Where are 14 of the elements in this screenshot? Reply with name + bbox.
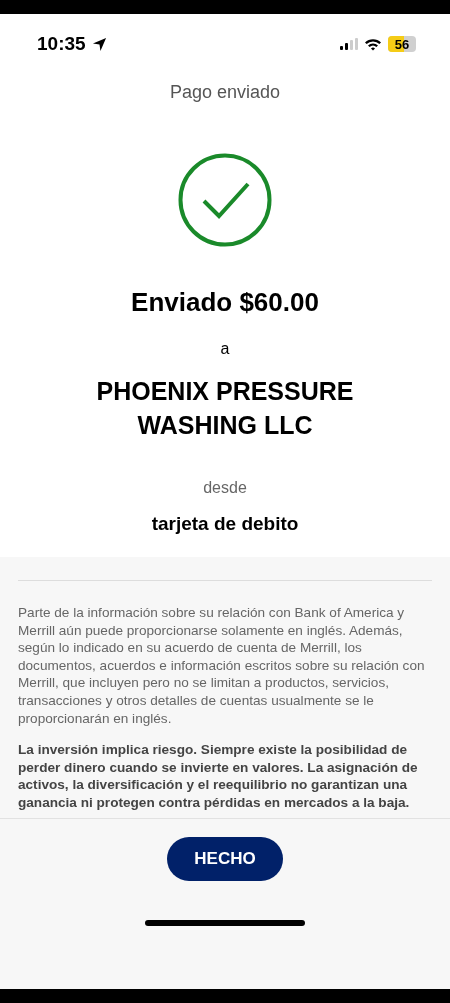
signal-icon	[340, 38, 358, 50]
wifi-icon	[364, 37, 382, 51]
done-button[interactable]: HECHO	[167, 836, 283, 881]
clock-time: 10:35	[37, 33, 86, 55]
payment-source: tarjeta de debito	[151, 513, 299, 535]
from-label: desde	[203, 479, 247, 497]
to-label: a	[220, 340, 230, 358]
disclosure-text: La inversión implica riesgo. Siempre existe la posibilidad de perder dinero cuando se invierte en valores. La asignación de activos, la diversificación y el reequilibrio no garantizan una ganancia ni protegen contra pérdidas en mercados a la baja.	[18, 741, 419, 812]
amount-sent: Enviado $60.00	[131, 287, 319, 318]
page-title: Pago enviado	[169, 82, 281, 103]
disclosure-text: Parte de la información sobre su relación con Bank of America y Merrill aún puede proporcionarse solamente en inglés. Además, según lo indicado en su acuerdo de cuenta de Merrill, los documentos, acuerdos e información escritos sobre su relación con Merrill, que incluyen pero no se limitan a productos, servicios, transacciones y otros detalles de cuentas usualmente se le proporcionarán en inglés.	[18, 604, 426, 728]
check-circle-icon	[178, 153, 272, 247]
location-arrow-icon	[91, 36, 107, 52]
payee-name: PHOENIX PRESSURE WASHING LLC	[95, 376, 355, 441]
